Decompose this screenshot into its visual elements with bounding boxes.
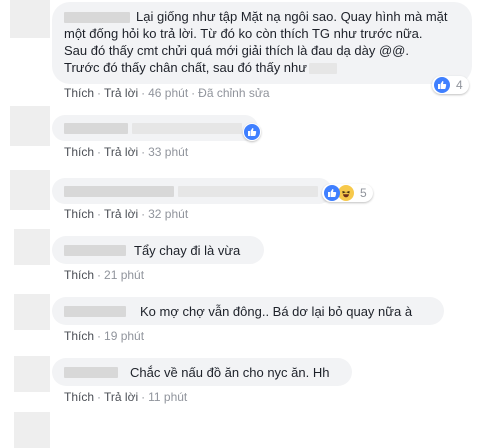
comment-bubble [52, 115, 258, 141]
comment-text: Lại giống như tập Mặt nạ ngôi sao. Quay … [64, 8, 460, 25]
comment-actions: Thích · 19 phút [64, 329, 145, 343]
comment-bubble: Chắc về nấu đồ ăn cho nyc ăn. Hh [52, 358, 352, 386]
like-link[interactable]: Thích [64, 329, 94, 343]
avatar[interactable] [14, 229, 50, 265]
timestamp[interactable]: 19 phút [104, 329, 144, 343]
author-name[interactable] [64, 305, 126, 317]
author-name[interactable] [64, 244, 126, 256]
reply-link[interactable]: Trả lời [104, 390, 138, 404]
timestamp[interactable]: 21 phút [104, 268, 144, 282]
timestamp[interactable]: 33 phút [148, 145, 188, 159]
author-name[interactable] [64, 366, 118, 378]
comment-actions: Thích · Trả lời · 11 phút [64, 390, 188, 404]
author-name[interactable] [64, 185, 174, 197]
avatar[interactable] [10, 0, 50, 38]
author-name[interactable] [64, 122, 128, 134]
comment-text: Tẩy chay đi là vừa [134, 242, 241, 258]
comment-actions: Thích · Trả lời · 46 phút · Đã chỉnh sửa [64, 86, 270, 100]
thumbs-up-icon [324, 185, 340, 201]
reaction-count[interactable]: 4 [432, 76, 469, 94]
like-link[interactable]: Thích [64, 268, 94, 282]
thumbs-up-icon [244, 124, 260, 140]
timestamp[interactable]: 46 phút [148, 86, 188, 100]
comment-text: Chắc về nấu đồ ăn cho nyc ăn. Hh [130, 364, 330, 380]
comment-actions: Thích · Trả lời · 33 phút [64, 145, 189, 159]
timestamp[interactable]: 11 phút [148, 390, 187, 404]
comment-text [178, 185, 318, 197]
comment-bubble: Ko mợ chợ vẫn đông.. Bá dơ lại bỏ quay n… [52, 297, 444, 325]
reply-link[interactable]: Trả lời [104, 207, 138, 221]
like-link[interactable]: Thích [64, 86, 94, 100]
thumbs-up-icon [434, 77, 450, 93]
comment-bubble [52, 178, 332, 204]
avatar[interactable] [14, 356, 50, 392]
timestamp[interactable]: 32 phút [148, 207, 188, 221]
like-link[interactable]: Thích [64, 390, 94, 404]
comment-text [132, 122, 242, 134]
avatar[interactable] [14, 294, 50, 330]
comment-bubble: Tẩy chay đi là vừa [52, 236, 264, 264]
reaction-count[interactable] [243, 123, 261, 141]
like-link[interactable]: Thích [64, 207, 94, 221]
avatar[interactable] [10, 170, 50, 210]
comment-actions: Thích · 21 phút [64, 268, 145, 282]
reply-link[interactable]: Trả lời [104, 145, 138, 159]
edited-label[interactable]: Đã chỉnh sửa [198, 86, 269, 100]
comment-actions: Thích · Trả lời · 32 phút [64, 207, 189, 221]
reaction-count[interactable]: 5 [322, 184, 373, 202]
author-name[interactable] [64, 12, 130, 24]
reply-link[interactable]: Trả lời [104, 86, 138, 100]
like-link[interactable]: Thích [64, 145, 94, 159]
avatar[interactable] [10, 106, 50, 146]
avatar[interactable] [14, 412, 50, 448]
comment-text: Ko mợ chợ vẫn đông.. Bá dơ lại bỏ quay n… [140, 303, 413, 319]
comment-bubble: Lại giống như tập Mặt nạ ngôi sao. Quay … [52, 2, 472, 84]
